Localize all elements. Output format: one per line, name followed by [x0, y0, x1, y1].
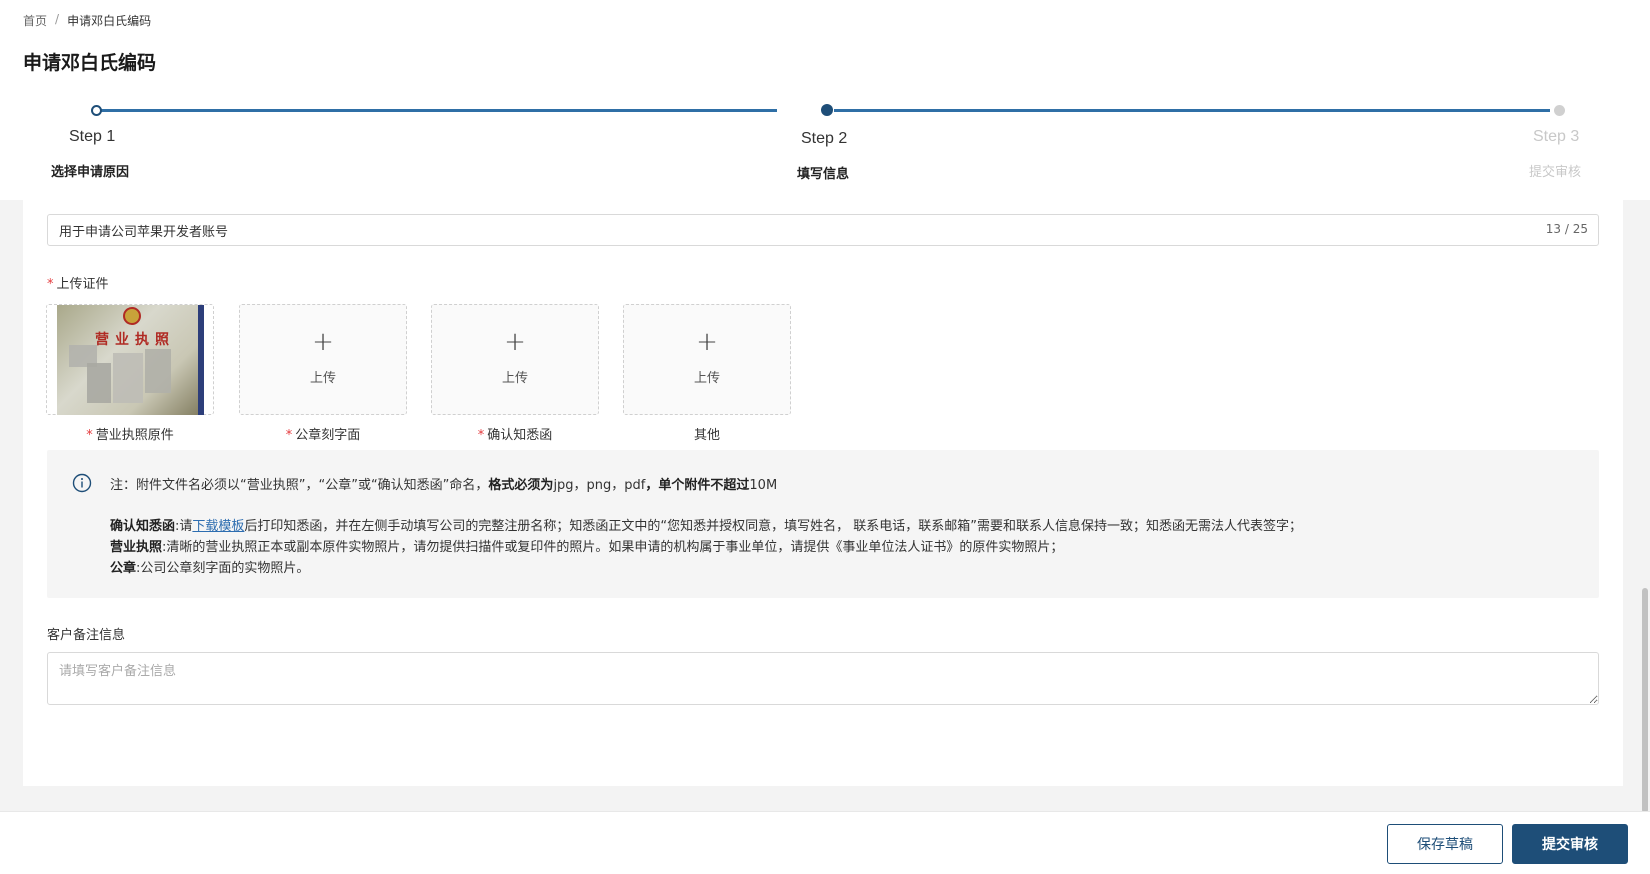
breadcrumb-home[interactable]: 首页: [23, 12, 47, 29]
required-mark: *: [86, 428, 93, 443]
remark-textarea[interactable]: [47, 652, 1599, 705]
thumbnail-blur: [145, 349, 171, 393]
upload-slot-seal[interactable]: + 上传: [239, 304, 407, 415]
upload-label-text: 上传证件: [56, 277, 109, 292]
notice-license-text: :清晰的营业执照正本或副本原件实物照片，请勿提供扫描件或复印件的照片。如果申请的…: [162, 540, 1064, 555]
step-line-2: [834, 109, 1550, 112]
upload-slot-other[interactable]: + 上传: [623, 304, 791, 415]
notice-line-format: 注：附件文件名必须以“营业执照”，“公章”或“确认知悉函”命名，格式必须为jpg…: [110, 474, 777, 493]
notice-confirm-text: 后打印知悉函，并在左侧手动填写公司的完整注册名称；知悉函正文中的“您知悉并授权同…: [244, 519, 1303, 534]
notice-format-label: 格式必须为: [488, 478, 554, 493]
plus-icon: +: [504, 327, 526, 357]
slot-name-seal: * 公章刻字面: [239, 424, 407, 443]
page-title: 申请邓白氏编码: [23, 52, 157, 74]
notice-size-label: ，单个附件不超过: [645, 478, 750, 493]
notice-box: 注：附件文件名必须以“营业执照”，“公章”或“确认知悉函”命名，格式必须为jpg…: [47, 450, 1599, 598]
step-1-desc: 选择申请原因: [51, 165, 130, 180]
step-3-dot: [1554, 105, 1565, 116]
notice-seal-label: 公章: [110, 561, 137, 576]
notice-line-seal: 公章:公司公章刻字面的实物照片。: [110, 557, 309, 576]
notice-license-label: 营业执照: [110, 540, 163, 555]
step-3-title: Step 3: [1533, 128, 1580, 145]
upload-text: 上传: [309, 371, 336, 386]
breadcrumb-separator: /: [55, 12, 60, 26]
thumbnail-edge: [198, 305, 204, 415]
steps-progress: Step 1 选择申请原因 Step 2 填写信息 Step 3 提交审核: [0, 95, 1650, 195]
slot-name-other: 其他: [693, 428, 720, 443]
license-thumbnail[interactable]: 营业执照: [57, 305, 204, 415]
thumbnail-blur: [87, 363, 111, 403]
notice-line-license: 营业执照:清晰的营业执照正本或副本原件实物照片，请勿提供扫描件或复印件的照片。如…: [110, 536, 1063, 555]
step-1-title: Step 1: [69, 128, 116, 145]
notice-size: 10M: [749, 478, 778, 493]
breadcrumb-current: 申请邓白氏编码: [67, 14, 152, 28]
slot-name-license: * 营业执照原件: [46, 424, 214, 443]
breadcrumb: 首页 / 申请邓白氏编码: [23, 12, 151, 29]
download-template-link[interactable]: 下载模板: [192, 519, 244, 534]
upload-text: 上传: [501, 371, 528, 386]
upload-slot-license[interactable]: 营业执照: [46, 304, 214, 415]
upload-label: * 上传证件: [47, 273, 109, 292]
notice-line-confirm: 确认知悉函:请下载模板后打印知悉函，并在左侧手动填写公司的完整注册名称；知悉函正…: [110, 515, 1302, 534]
notice-seal-text: :公司公章刻字面的实物照片。: [136, 561, 310, 576]
slot-name-text: 确认知悉函: [487, 428, 553, 443]
form-card: 13 / 25 *上传证件 营业执照 *营业执照原件 + 上传 *公章刻字面 +…: [23, 200, 1623, 786]
step-2-dot: [821, 104, 833, 116]
step-3-desc: 提交审核: [1529, 165, 1582, 180]
header-area: 首页 / 申请邓白氏编码 申请邓白氏编码 Step 1 选择申请原因 Step …: [0, 0, 1650, 200]
step-2-desc: 填写信息: [797, 167, 850, 182]
thumbnail-blur: [113, 353, 143, 403]
reason-input[interactable]: [47, 214, 1599, 246]
required-mark: *: [47, 277, 54, 292]
footer-bar: 保存草稿 提交审核: [0, 811, 1650, 874]
slot-name-confirm-letter: * 确认知悉函: [431, 424, 599, 443]
upload-slot-confirm-letter[interactable]: + 上传: [431, 304, 599, 415]
reason-char-count: 13 / 25: [1545, 222, 1588, 236]
info-circle-icon: [72, 473, 92, 493]
required-mark: *: [285, 428, 293, 443]
required-mark: *: [477, 428, 485, 443]
plus-icon: +: [312, 327, 334, 357]
scrollbar[interactable]: [1640, 200, 1650, 813]
scrollbar-thumb[interactable]: [1642, 588, 1648, 813]
notice-confirm-label: 确认知悉函: [110, 519, 176, 534]
upload-text: 上传: [693, 371, 720, 386]
thumbnail-title: 营业执照: [95, 332, 175, 348]
save-draft-button[interactable]: 保存草稿: [1387, 824, 1503, 864]
notice-formats: jpg，png，pdf: [553, 478, 646, 493]
submit-review-button[interactable]: 提交审核: [1512, 824, 1628, 864]
remark-label: 客户备注信息: [47, 628, 126, 643]
step-2-title: Step 2: [801, 130, 848, 147]
notice-confirm-pre: :请: [175, 519, 193, 534]
step-1-dot: [91, 105, 102, 116]
slot-name-text: 营业执照原件: [95, 428, 174, 443]
plus-icon: +: [696, 327, 718, 357]
slot-name-text: 公章刻字面: [295, 428, 361, 443]
emblem-icon: [123, 307, 141, 325]
step-line-1: [100, 109, 777, 112]
notice-prefix: 注：附件文件名必须以“营业执照”，“公章”或“确认知悉函”命名，: [110, 478, 489, 493]
